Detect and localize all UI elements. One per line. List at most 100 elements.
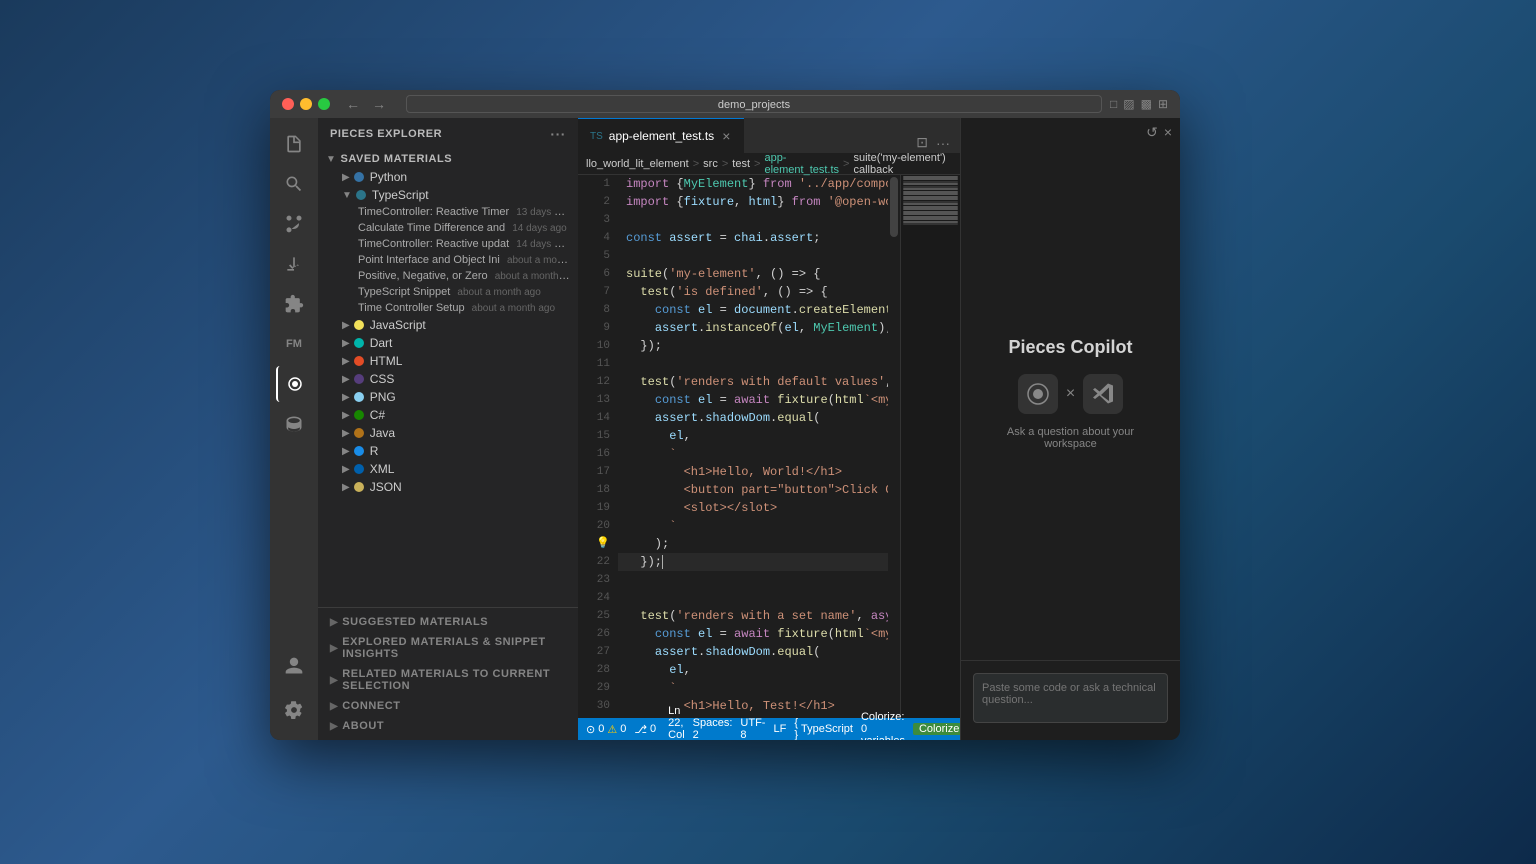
pieces-input[interactable] (973, 673, 1168, 723)
more-actions-icon[interactable]: ··· (934, 133, 952, 153)
saved-materials-section[interactable]: ▼ SAVED MATERIALS (318, 150, 578, 168)
status-colorize-button[interactable]: Colorize (913, 723, 960, 735)
active-tab[interactable]: TS app-element_test.ts × (578, 118, 744, 153)
split-editor-icon[interactable]: ⊡ (914, 132, 930, 153)
snippet-7-time: about a month ago (472, 303, 555, 314)
snippet-2[interactable]: Calculate Time Difference and 14 days ag… (318, 220, 578, 236)
layout3-icon[interactable]: ▩ (1141, 97, 1152, 111)
lang-java[interactable]: ▶ Java (318, 424, 578, 442)
snippet-3[interactable]: TimeController: Reactive updat 14 days a… (318, 236, 578, 252)
ln-15: 15 (578, 427, 610, 445)
error-icon: ⊙ (586, 723, 595, 736)
sidebar: PIECES EXPLORER ··· ▼ SAVED MATERIALS ▶ (318, 118, 578, 740)
lang-json[interactable]: ▶ JSON (318, 478, 578, 496)
run-icon[interactable] (276, 246, 312, 282)
main-content: FM PIECES EXP (270, 118, 1180, 740)
connect-section[interactable]: ▶ CONNECT (318, 696, 578, 716)
status-language[interactable]: { } TypeScript (794, 717, 853, 740)
css-chevron: ▶ (342, 374, 350, 385)
status-spaces[interactable]: Spaces: 2 (693, 717, 733, 740)
java-label: Java (370, 426, 395, 440)
status-eol[interactable]: LF (773, 723, 786, 735)
explored-materials-section[interactable]: ▶ EXPLORED MATERIALS & SNIPPET INSIGHTS (318, 632, 578, 664)
code-content[interactable]: import {MyElement} from '../app/componen… (618, 175, 888, 718)
panel-close-icon[interactable]: × (1164, 124, 1172, 140)
scrollbar[interactable] (888, 175, 900, 718)
scrollbar-thumb[interactable] (890, 177, 898, 237)
settings-icon[interactable] (276, 692, 312, 728)
status-errors[interactable]: ⊙ 0 ⚠ 0 (586, 723, 626, 736)
about-section[interactable]: ▶ ABOUT (318, 716, 578, 736)
grid-icon[interactable]: ⊞ (1158, 97, 1168, 111)
snippet-7-name: Time Controller Setup (358, 302, 465, 314)
lang-typescript[interactable]: ▼ TypeScript (318, 186, 578, 204)
lang-png[interactable]: ▶ PNG (318, 388, 578, 406)
mm-16 (903, 213, 958, 215)
source-control-icon[interactable] (276, 206, 312, 242)
lang-css[interactable]: ▶ CSS (318, 370, 578, 388)
ln-18: 18 (578, 481, 610, 499)
pieces-panel-header: ↺ × (961, 118, 1180, 146)
related-materials-section[interactable]: ▶ RELATED MATERIALS TO CURRENT SELECTION (318, 664, 578, 696)
fm-icon[interactable]: FM (276, 326, 312, 362)
code-line-24 (618, 589, 888, 607)
snippet-1-time: 13 days ago (516, 207, 571, 218)
layout2-icon[interactable]: ▨ (1123, 97, 1134, 111)
colorize-label: Colorize (919, 723, 959, 735)
code-line-3 (618, 211, 888, 229)
snippet-2-time: 14 days ago (512, 223, 567, 234)
lang-javascript[interactable]: ▶ JavaScript (318, 316, 578, 334)
lang-xml[interactable]: ▶ XML (318, 460, 578, 478)
title-bar-actions: □ ▨ ▩ ⊞ (1110, 97, 1168, 111)
search-bar[interactable]: demo_projects (406, 95, 1102, 113)
status-encoding[interactable]: UTF-8 (740, 717, 765, 740)
maximize-button[interactable] (318, 98, 330, 110)
account-icon[interactable] (276, 648, 312, 684)
lang-r[interactable]: ▶ R (318, 442, 578, 460)
search-icon[interactable] (276, 166, 312, 202)
pieces-icon[interactable] (276, 366, 312, 402)
encoding-text: UTF-8 (740, 717, 765, 740)
snippet-4[interactable]: Point Interface and Object Ini about a m… (318, 252, 578, 268)
suggested-materials-section[interactable]: ▶ SUGGESTED MATERIALS (318, 612, 578, 632)
lang-html[interactable]: ▶ HTML (318, 352, 578, 370)
lang-dart[interactable]: ▶ Dart (318, 334, 578, 352)
forward-button[interactable]: → (368, 94, 390, 114)
more-options-icon[interactable]: ··· (550, 126, 566, 142)
snippet-5-time: about a month ago (495, 271, 578, 282)
tab-close-button[interactable]: × (720, 127, 732, 145)
database-icon[interactable] (276, 406, 312, 442)
nav-arrows: ← → (342, 94, 390, 114)
lang-csharp[interactable]: ▶ C# (318, 406, 578, 424)
ln-23: 23 (578, 571, 610, 589)
minimize-button[interactable] (300, 98, 312, 110)
vscode-window: ← → demo_projects □ ▨ ▩ ⊞ (270, 90, 1180, 740)
saved-materials-chevron: ▼ (326, 154, 336, 165)
snippet-5[interactable]: Positive, Negative, or Zero about a mont… (318, 268, 578, 284)
lang-python[interactable]: ▶ Python (318, 168, 578, 186)
ln-7: 7 (578, 283, 610, 301)
ln-17: 17 (578, 463, 610, 481)
code-line-25: test('renders with a set name', async ()… (618, 607, 888, 625)
warning-icon: ⚠ (607, 723, 617, 736)
back-button[interactable]: ← (342, 94, 364, 114)
ln-29: 29 (578, 679, 610, 697)
snippet-4-name: Point Interface and Object Ini (358, 254, 500, 266)
sidebar-header-icons: ··· (550, 126, 566, 142)
snippet-6[interactable]: TypeScript Snippet about a month ago (318, 284, 578, 300)
status-git[interactable]: ⎇ 0 (634, 723, 656, 736)
files-icon[interactable] (276, 126, 312, 162)
snippet-2-name: Calculate Time Difference and (358, 222, 505, 234)
extensions-icon[interactable] (276, 286, 312, 322)
code-line-19: <slot></slot> (618, 499, 888, 517)
connect-label: CONNECT (342, 700, 400, 712)
ln-24: 24 (578, 589, 610, 607)
layout-icon[interactable]: □ (1110, 97, 1117, 111)
refresh-icon[interactable]: ↺ (1146, 124, 1158, 141)
close-button[interactable] (282, 98, 294, 110)
mm-14 (903, 208, 958, 210)
snippet-7[interactable]: Time Controller Setup about a month ago (318, 300, 578, 316)
typescript-chevron: ▼ (342, 190, 352, 201)
snippet-1[interactable]: TimeController: Reactive Timer 13 days a… (318, 204, 578, 220)
code-editor[interactable]: 1 2 3 4 5 6 7 8 9 10 11 12 13 14 (578, 175, 960, 718)
